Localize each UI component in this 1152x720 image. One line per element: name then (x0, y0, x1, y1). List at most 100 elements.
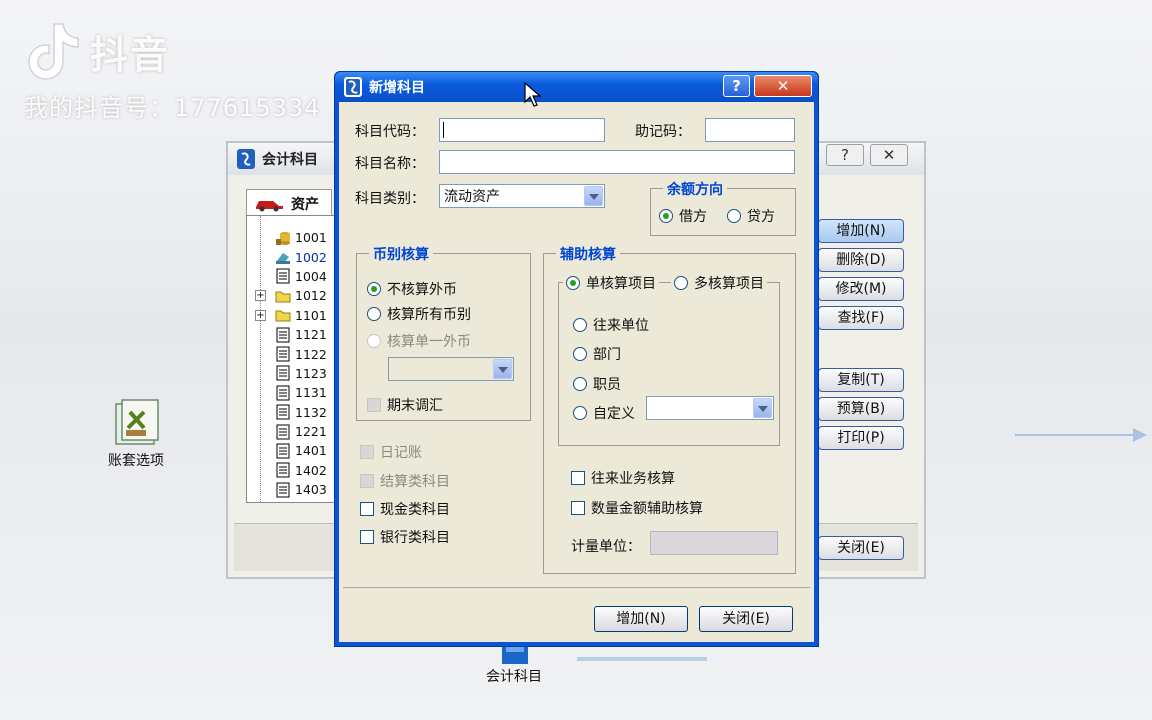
account-code-input[interactable] (439, 118, 605, 142)
decorative-arrow-head (1133, 428, 1147, 442)
auxiliary-accounting-group: 辅助核算 单核算项目 多核算项目 往来单位 部门 职员 自定义 往来业务核算 数… (543, 244, 796, 574)
dialog-footer-divider (343, 587, 810, 588)
decorative-line (577, 657, 707, 661)
debit-radio[interactable]: 借方 (659, 206, 707, 226)
memo-label: 助记码： (635, 124, 691, 140)
new-account-dialog: 新增科目 ? ✕ 科目代码： 助记码： 科目名称： 科目类别： 流动资产 余额方… (334, 71, 819, 647)
copy-account-button[interactable]: 复制(T) (818, 368, 904, 392)
group-title: 辅助核算 (556, 244, 620, 264)
tree-item-1132[interactable]: 1132 (247, 403, 337, 422)
coins-icon (276, 231, 290, 245)
bank-account-checkbox[interactable]: 银行类科目 (360, 527, 450, 547)
desktop-icon-label: 会计科目 (486, 669, 542, 685)
expand-icon[interactable]: + (255, 309, 266, 321)
balance-direction-group: 余额方向 借方 贷方 (650, 179, 796, 236)
dialog-title: 新增科目 (369, 80, 425, 96)
add-account-button[interactable]: 增加(N) (818, 219, 904, 243)
ledger-tools-icon (115, 399, 159, 445)
tab-assets[interactable]: 资产 (246, 189, 332, 217)
account-tree[interactable]: 1001 1002 1004 + 1012 + 1101 1121 1122 1… (246, 215, 338, 503)
aux-item-department-radio[interactable]: 部门 (573, 344, 621, 364)
desktop-icon-ledger-options[interactable]: 账套选项 (108, 398, 164, 470)
decorative-arrow-line (1015, 434, 1135, 436)
document-icon (276, 385, 290, 401)
tree-item-1403[interactable]: 1403 (247, 480, 337, 499)
dialog-add-button[interactable]: 增加(N) (594, 606, 688, 632)
tree-item-1401[interactable]: 1401 (247, 441, 337, 460)
tree-item-1101[interactable]: + 1101 (247, 306, 337, 325)
account-category-select[interactable]: 流动资产 (439, 184, 605, 208)
car-icon (256, 200, 283, 211)
watermark-brand: 抖音 (90, 32, 171, 77)
music-note-icon (28, 23, 79, 80)
credit-radio[interactable]: 贷方 (727, 206, 775, 226)
chevron-down-icon[interactable] (584, 186, 603, 206)
app-icon (344, 77, 362, 97)
aux-item-custom-radio[interactable]: 自定义 (573, 403, 635, 423)
single-foreign-currency-radio[interactable]: 核算单一外币 (367, 331, 471, 351)
app-icon (237, 149, 255, 169)
tab-label: 资产 (291, 196, 319, 213)
document-icon (276, 482, 290, 498)
tree-item-1221[interactable]: 1221 (247, 422, 337, 441)
cash-account-checkbox[interactable]: 现金类科目 (360, 499, 450, 519)
period-end-adjust-checkbox[interactable]: 期末调汇 (367, 395, 443, 415)
custom-item-select[interactable] (646, 396, 774, 420)
help-button[interactable]: ? (826, 144, 864, 166)
find-account-button[interactable]: 查找(F) (818, 306, 904, 330)
multi-item-radio[interactable]: 多核算项目 (671, 273, 767, 293)
tree-item-1012[interactable]: + 1012 (247, 286, 337, 305)
close-accounts-button[interactable]: 关闭(E) (818, 536, 904, 560)
budget-button[interactable]: 预算(B) (818, 397, 904, 421)
group-title: 币别核算 (369, 244, 433, 264)
journal-checkbox[interactable]: 日记账 (360, 442, 422, 462)
close-button[interactable]: ✕ (754, 75, 812, 97)
print-button[interactable]: 打印(P) (818, 426, 904, 450)
tree-item-1002[interactable]: 1002 (247, 247, 337, 266)
document-icon (276, 346, 290, 362)
aux-item-partner-radio[interactable]: 往来单位 (573, 315, 649, 335)
document-icon (276, 365, 290, 381)
name-label: 科目名称： (355, 156, 425, 172)
tree-item-1123[interactable]: 1123 (247, 364, 337, 383)
modify-account-button[interactable]: 修改(M) (818, 277, 904, 301)
window-title: 会计科目 (262, 152, 318, 168)
tree-item-1402[interactable]: 1402 (247, 461, 337, 480)
accounts-action-buttons: 增加(N) 删除(D) 修改(M) 查找(F) 复制(T) 预算(B) 打印(P… (818, 219, 904, 455)
document-icon (276, 268, 290, 284)
all-currencies-radio[interactable]: 核算所有币别 (367, 304, 471, 324)
tree-item-1001[interactable]: 1001 (247, 228, 337, 247)
quantity-amount-checkbox[interactable]: 数量金额辅助核算 (571, 498, 703, 518)
ar-ap-checkbox[interactable]: 往来业务核算 (571, 468, 675, 488)
code-label: 科目代码： (355, 124, 425, 140)
document-icon (276, 404, 290, 420)
close-button[interactable]: ✕ (870, 144, 908, 166)
tree-item-1004[interactable]: 1004 (247, 267, 337, 286)
douyin-logo: 抖音 (24, 20, 170, 82)
document-icon (276, 327, 290, 343)
dialog-close-button[interactable]: 关闭(E) (699, 606, 793, 632)
chevron-down-icon[interactable] (753, 398, 772, 418)
single-item-radio[interactable]: 单核算项目 (563, 273, 659, 293)
unit-input[interactable] (650, 531, 778, 555)
tree-item-1131[interactable]: 1131 (247, 383, 337, 402)
chevron-down-icon[interactable] (493, 359, 512, 379)
unit-label: 计量单位： (571, 539, 641, 555)
document-icon (276, 443, 290, 459)
currency-accounting-group: 币别核算 不核算外币 核算所有币别 核算单一外币 期末调汇 (356, 244, 531, 421)
expand-icon[interactable]: + (255, 290, 266, 302)
no-foreign-currency-radio[interactable]: 不核算外币 (367, 279, 457, 299)
tree-item-1122[interactable]: 1122 (247, 344, 337, 363)
account-name-input[interactable] (439, 150, 795, 174)
aux-items-subgroup: 单核算项目 多核算项目 往来单位 部门 职员 自定义 (558, 273, 780, 446)
tree-item-1121[interactable]: 1121 (247, 325, 337, 344)
mouse-cursor-icon (524, 82, 542, 107)
category-label: 科目类别： (355, 191, 425, 207)
settlement-checkbox[interactable]: 结算类科目 (360, 471, 450, 491)
aux-item-employee-radio[interactable]: 职员 (573, 374, 621, 394)
help-button[interactable]: ? (723, 75, 750, 97)
currency-select[interactable] (388, 357, 514, 381)
group-title: 余额方向 (663, 179, 727, 199)
memo-code-input[interactable] (705, 118, 795, 142)
delete-account-button[interactable]: 删除(D) (818, 248, 904, 272)
